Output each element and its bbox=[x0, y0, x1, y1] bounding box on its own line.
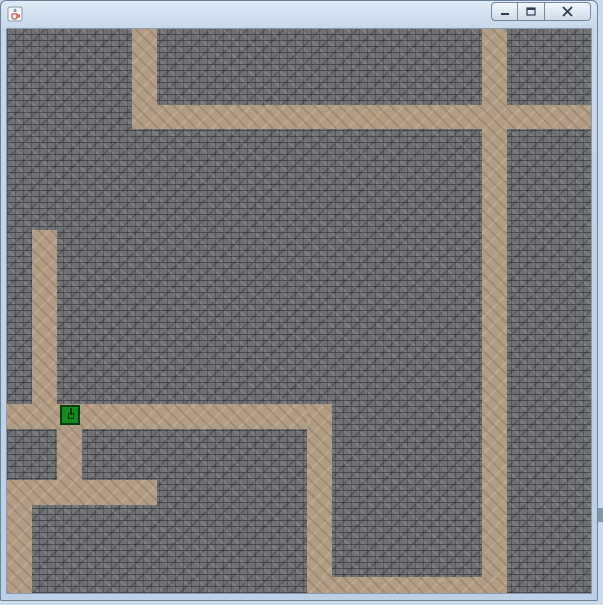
game-board[interactable] bbox=[7, 29, 591, 593]
road-segment bbox=[482, 29, 507, 593]
maximize-button[interactable] bbox=[518, 2, 545, 21]
player-tank[interactable] bbox=[60, 405, 80, 425]
close-button[interactable] bbox=[545, 2, 591, 21]
background-window-edge bbox=[598, 508, 603, 522]
close-icon bbox=[562, 6, 573, 17]
road-segment bbox=[32, 230, 57, 429]
java-cup-icon[interactable] bbox=[7, 6, 23, 22]
minimize-button[interactable] bbox=[491, 2, 518, 21]
road-segment bbox=[7, 480, 32, 593]
road-segment bbox=[307, 577, 507, 593]
maximize-icon bbox=[526, 6, 536, 16]
road-segment bbox=[307, 404, 332, 593]
road-segment bbox=[132, 105, 591, 129]
tank-barrel bbox=[70, 408, 72, 415]
road-segment bbox=[7, 404, 332, 429]
title-bar[interactable] bbox=[1, 1, 597, 27]
minimize-icon bbox=[500, 12, 509, 15]
